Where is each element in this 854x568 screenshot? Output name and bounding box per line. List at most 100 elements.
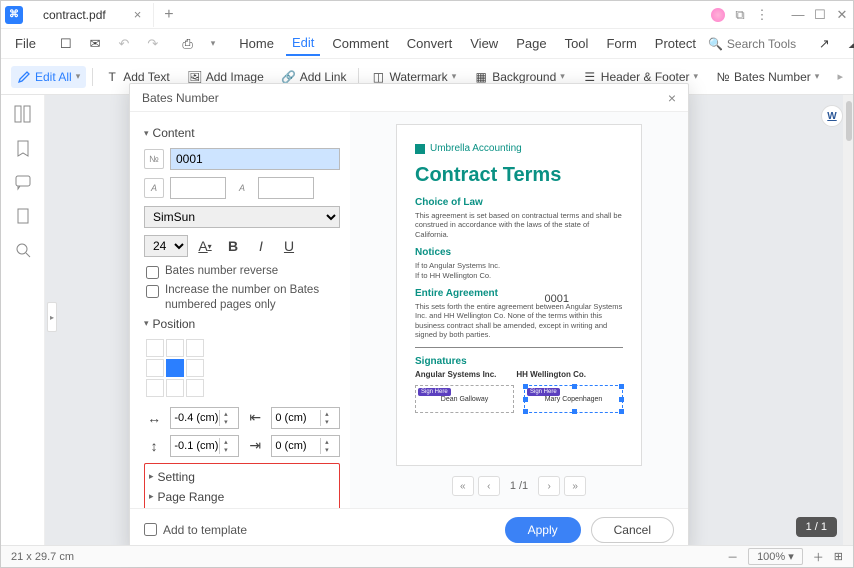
position-section-header[interactable]: ▾Position bbox=[144, 317, 340, 331]
pager-last[interactable]: » bbox=[564, 476, 586, 496]
menu-view[interactable]: View bbox=[464, 32, 504, 55]
search-tools[interactable]: 🔍 bbox=[708, 37, 807, 51]
bold-button[interactable]: B bbox=[222, 235, 244, 257]
preview-t3: This sets forth the entire agreement bet… bbox=[415, 302, 623, 340]
maximize-icon[interactable]: ☐ bbox=[813, 7, 827, 23]
vert-offset-input[interactable]: ▴▾ bbox=[170, 435, 239, 457]
preview-h2: Notices bbox=[415, 247, 623, 258]
position-grid[interactable] bbox=[146, 339, 340, 397]
panel-expand-handle[interactable]: ▸ bbox=[47, 302, 57, 332]
menu-page[interactable]: Page bbox=[510, 32, 552, 55]
bates-number-button[interactable]: №Bates Number▾ bbox=[710, 66, 825, 88]
reverse-checkbox[interactable]: Bates number reverse bbox=[146, 264, 340, 279]
minimize-icon[interactable]: — bbox=[791, 7, 805, 22]
number-format-icon[interactable]: № bbox=[144, 149, 164, 169]
font-select[interactable]: SimSun bbox=[144, 206, 340, 228]
preview-t2b: If to HH Wellington Co. bbox=[415, 271, 623, 280]
pager-first[interactable]: « bbox=[452, 476, 474, 496]
italic-button[interactable]: I bbox=[250, 235, 272, 257]
undo-icon[interactable]: ↶ bbox=[113, 32, 136, 56]
profile-avatar-icon[interactable] bbox=[711, 8, 725, 22]
bookmark-icon[interactable] bbox=[14, 139, 32, 157]
vert-margin-input[interactable]: ▴▾ bbox=[271, 435, 340, 457]
zoom-level[interactable]: 100% ▾ bbox=[748, 548, 803, 565]
apply-button[interactable]: Apply bbox=[505, 517, 581, 543]
attachment-icon[interactable] bbox=[14, 207, 32, 225]
left-rail bbox=[1, 95, 45, 545]
close-tab-icon[interactable]: × bbox=[134, 7, 142, 22]
fit-page-icon[interactable]: ⊞ bbox=[834, 550, 843, 563]
vert-margin-icon: ⇥ bbox=[245, 435, 265, 457]
search-pane-icon[interactable] bbox=[14, 241, 32, 259]
font-size-select[interactable]: 24 bbox=[144, 235, 188, 257]
horiz-offset-input[interactable]: ▴▾ bbox=[170, 407, 239, 429]
edit-all-button[interactable]: Edit All▾ bbox=[11, 66, 86, 88]
menu-protect[interactable]: Protect bbox=[649, 32, 702, 55]
zoom-out-button[interactable]: － bbox=[727, 549, 738, 565]
document-tab[interactable]: contract.pdf × bbox=[31, 3, 154, 27]
title-bar: ⌘ contract.pdf × + ⧉ ⋮ — ☐ ✕ bbox=[1, 1, 853, 29]
bates-number-input[interactable] bbox=[170, 148, 340, 170]
menu-edit[interactable]: Edit bbox=[286, 31, 320, 56]
suffix-text-icon[interactable]: A bbox=[232, 178, 252, 198]
thumbnails-icon[interactable] bbox=[14, 105, 32, 123]
position-center[interactable] bbox=[166, 359, 184, 377]
open-window-icon[interactable]: ⧉ bbox=[733, 7, 747, 23]
prefix-text-icon[interactable]: A bbox=[144, 178, 164, 198]
search-input[interactable] bbox=[727, 37, 807, 51]
menu-form[interactable]: Form bbox=[600, 32, 642, 55]
preview-party1: Angular Systems Inc. bbox=[415, 370, 496, 379]
underline-button[interactable]: U bbox=[278, 235, 300, 257]
horiz-margin-icon: ⇤ bbox=[245, 407, 265, 429]
vert-offset-icon: ↕ bbox=[144, 435, 164, 457]
add-to-template-checkbox[interactable]: Add to template bbox=[144, 523, 247, 537]
menu-convert[interactable]: Convert bbox=[401, 32, 459, 55]
menu-file[interactable]: File bbox=[9, 32, 42, 55]
menu-bar: File ☐ ✉ ↶ ↷ ⎙ ▾ Home Edit Comment Conve… bbox=[1, 29, 853, 59]
dialog-preview-panel: Umbrella Accounting Contract Terms Choic… bbox=[350, 112, 688, 508]
prefix-input[interactable] bbox=[170, 177, 226, 199]
menu-comment[interactable]: Comment bbox=[326, 32, 394, 55]
word-export-badge[interactable]: W bbox=[821, 105, 843, 127]
preview-title: Contract Terms bbox=[415, 164, 623, 187]
cloud-icon[interactable]: ☁ bbox=[842, 32, 854, 56]
preview-bates-number: 0001 bbox=[545, 293, 569, 305]
print-icon[interactable]: ⎙ bbox=[176, 32, 198, 56]
pager-prev[interactable]: ‹ bbox=[478, 476, 500, 496]
preview-logo: Umbrella Accounting bbox=[415, 143, 623, 154]
pager-label: 1 /1 bbox=[504, 480, 534, 492]
app-icon: ⌘ bbox=[5, 6, 23, 24]
header-footer-icon: ☰ bbox=[583, 70, 597, 84]
menu-tool[interactable]: Tool bbox=[559, 32, 595, 55]
horiz-margin-input[interactable]: ▴▾ bbox=[271, 407, 340, 429]
menu-home[interactable]: Home bbox=[233, 32, 280, 55]
text-icon: T bbox=[105, 70, 119, 84]
pager-next[interactable]: › bbox=[538, 476, 560, 496]
search-icon: 🔍 bbox=[708, 37, 723, 51]
setting-section-header[interactable]: ▸Setting bbox=[149, 470, 335, 484]
comment-pane-icon[interactable] bbox=[14, 173, 32, 191]
font-color-button[interactable]: A▾ bbox=[194, 235, 216, 257]
page-preview: Umbrella Accounting Contract Terms Choic… bbox=[396, 124, 642, 466]
print-dropdown-icon[interactable]: ▾ bbox=[205, 34, 222, 53]
redo-icon[interactable]: ↷ bbox=[141, 32, 164, 56]
suffix-input[interactable] bbox=[258, 177, 314, 199]
quick-mail-icon[interactable]: ✉ bbox=[84, 32, 107, 56]
share-icon[interactable]: ↗ bbox=[813, 32, 836, 56]
watermark-icon: ◫ bbox=[371, 70, 385, 84]
increase-checkbox[interactable]: Increase the number on Bates numbered pa… bbox=[146, 283, 340, 313]
toolbar-more-icon[interactable]: ▸ bbox=[837, 70, 843, 83]
close-icon[interactable]: ✕ bbox=[835, 7, 849, 23]
dialog-close-icon[interactable]: × bbox=[668, 90, 676, 106]
scrollbar-thumb[interactable] bbox=[846, 101, 852, 141]
page-range-section-header[interactable]: ▸Page Range bbox=[149, 490, 335, 504]
new-tab-button[interactable]: + bbox=[154, 6, 183, 24]
cancel-button[interactable]: Cancel bbox=[591, 517, 674, 543]
vertical-scrollbar[interactable] bbox=[843, 95, 853, 545]
bates-icon: № bbox=[716, 70, 730, 84]
zoom-in-button[interactable]: ＋ bbox=[813, 549, 824, 565]
quick-open-icon[interactable]: ☐ bbox=[54, 32, 78, 56]
content-section-header[interactable]: ▾Content bbox=[144, 126, 340, 140]
image-icon: 🖼 bbox=[188, 70, 202, 84]
more-icon[interactable]: ⋮ bbox=[755, 7, 769, 23]
